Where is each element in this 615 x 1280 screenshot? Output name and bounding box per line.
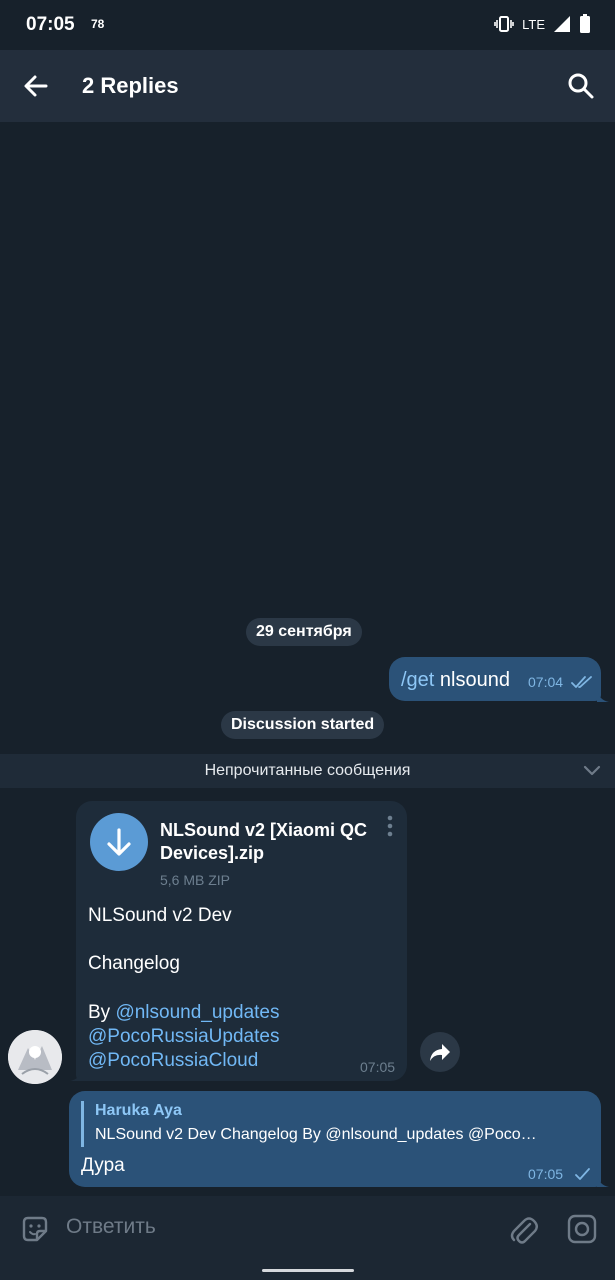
system-message: Discussion started [221, 711, 385, 739]
check-icon [575, 1168, 590, 1180]
message-text: nlsound [434, 669, 510, 691]
mention-link[interactable]: @nlsound_updates [115, 1002, 279, 1023]
bubble-tail-out [597, 1175, 609, 1187]
share-button[interactable] [420, 1032, 460, 1072]
file-message[interactable]: NLSound v2 [Xiaomi QC Devices].zip 5,6 M… [76, 801, 407, 1081]
vibrate-icon [494, 16, 514, 32]
system-nav-bar [0, 1262, 615, 1280]
message-time: 07:04 [528, 674, 564, 690]
signal-icon [554, 16, 570, 32]
chevron-down-icon[interactable] [583, 764, 601, 778]
reply-quote[interactable]: Haruka Aya NLSound v2 Dev Changelog By @… [81, 1101, 605, 1147]
status-icons: LTE [494, 14, 591, 34]
reply-message[interactable]: Haruka Aya NLSound v2 Dev Changelog By @… [69, 1091, 601, 1187]
file-meta: 5,6 MB ZIP [160, 872, 231, 888]
outgoing-message[interactable]: /get nlsound 07:04 [389, 657, 601, 701]
camera-icon[interactable] [566, 1213, 598, 1245]
message-line: NLSound v2 Dev [88, 905, 232, 926]
message-time: 07:05 [528, 1166, 564, 1182]
avatar-image [8, 1030, 62, 1084]
double-check-icon [571, 676, 592, 688]
unread-separator: Непрочитанные сообщения [0, 754, 615, 788]
home-handle[interactable] [262, 1269, 354, 1272]
message-text: Дура [81, 1155, 125, 1176]
bot-command[interactable]: /get [401, 669, 434, 691]
search-button[interactable] [565, 70, 597, 102]
download-button[interactable] [90, 813, 148, 871]
mention-link[interactable]: @PocoRussiaCloud [88, 1050, 258, 1071]
bubble-tail-out [597, 690, 609, 702]
avatar[interactable] [8, 1030, 62, 1084]
status-time: 07:05 [26, 14, 75, 35]
date-separator: 29 сентября [246, 618, 362, 646]
status-bar: 07:05 78 LTE [0, 0, 615, 50]
search-icon [568, 73, 594, 99]
message-mentions: By @nlsound_updates @PocoRussiaUpdates @… [88, 1001, 279, 1073]
notification-count: 78 [91, 17, 105, 31]
bubble-tail-in [70, 1069, 82, 1081]
more-vertical-icon[interactable] [386, 815, 394, 837]
message-composer: Ответить [0, 1196, 615, 1262]
unread-label: Непрочитанные сообщения [204, 762, 411, 779]
chat-area[interactable]: 29 сентября /get nlsound 07:04 Discussio… [0, 122, 615, 1196]
arrow-left-icon [24, 75, 48, 97]
download-icon [107, 828, 131, 856]
network-label: LTE [522, 16, 545, 32]
page-title: 2 Replies [82, 73, 179, 98]
message-input[interactable]: Ответить [66, 1215, 156, 1239]
app-header: 2 Replies [0, 50, 615, 122]
attach-icon[interactable] [508, 1212, 538, 1246]
share-icon [430, 1044, 450, 1061]
quoted-text: NLSound v2 Dev Changelog By @nlsound_upd… [95, 1126, 537, 1143]
mention-link[interactable]: @PocoRussiaUpdates [88, 1026, 279, 1047]
battery-icon [580, 14, 590, 33]
message-time: 07:05 [360, 1059, 396, 1075]
message-line: Changelog [88, 953, 180, 974]
sticker-icon[interactable] [20, 1214, 50, 1244]
file-name: NLSound v2 [Xiaomi QC Devices].zip [160, 820, 368, 863]
quoted-author: Haruka Aya [95, 1102, 182, 1119]
back-button[interactable] [20, 70, 52, 102]
by-label: By [88, 1002, 116, 1023]
